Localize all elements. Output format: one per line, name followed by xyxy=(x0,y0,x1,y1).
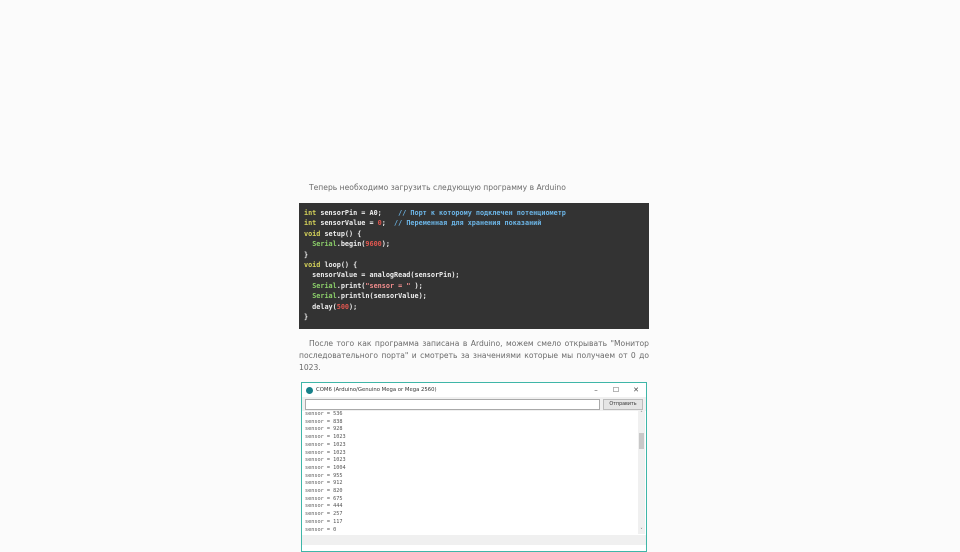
arduino-logo-icon xyxy=(306,386,313,394)
output-line: sensor = 955 xyxy=(305,472,343,479)
code-block: int sensorPin = A0; // Порт к которому п… xyxy=(299,203,649,329)
output-line: sensor = 675 xyxy=(305,495,343,502)
para-line: последовательного порта" и смотреть за з… xyxy=(299,351,649,372)
monitor-footer xyxy=(302,535,646,545)
title-bar: COM6 (Arduino/Genuino Mega or Mega 2560)… xyxy=(302,383,646,397)
send-input[interactable] xyxy=(305,398,600,410)
output-line: sensor = 838 xyxy=(305,418,343,425)
para-line: После того как программа записана в Ardu… xyxy=(309,339,649,348)
close-button[interactable]: ✕ xyxy=(626,386,646,394)
output-line: sensor = 1004 xyxy=(305,464,346,471)
output-line: sensor = 912 xyxy=(305,480,343,487)
output-line: sensor = 820 xyxy=(305,488,343,495)
intro-text: Теперь необходимо загрузить следующую пр… xyxy=(309,183,566,192)
send-button[interactable]: Отправить xyxy=(603,398,643,410)
output-line: sensor = 117 xyxy=(305,518,343,525)
output-line: sensor = 536 xyxy=(305,411,343,417)
output-line: sensor = 257 xyxy=(305,511,343,518)
description-paragraph: После того как программа записана в Ardu… xyxy=(299,338,649,374)
minimize-button[interactable]: – xyxy=(586,386,606,394)
output-line: sensor = 444 xyxy=(305,503,343,510)
output-line: sensor = 0 xyxy=(305,526,337,533)
output-line: sensor = 928 xyxy=(305,426,343,433)
serial-output: sensor = 536 sensor = 838 sensor = 928 sens… xyxy=(303,411,640,534)
scroll-thumb[interactable] xyxy=(639,433,644,449)
window-title: COM6 (Arduino/Genuino Mega or Mega 2560) xyxy=(316,387,437,393)
serial-monitor-window: COM6 (Arduino/Genuino Mega or Mega 2560)… xyxy=(301,382,647,552)
scroll-up-icon[interactable]: ˄ xyxy=(638,411,645,417)
output-line: sensor = 1023 xyxy=(305,434,346,441)
output-line: sensor = 1023 xyxy=(305,441,346,448)
scrollbar[interactable]: ˄ ˅ xyxy=(638,411,645,534)
maximize-button[interactable]: ☐ xyxy=(606,386,626,394)
scroll-down-icon[interactable]: ˅ xyxy=(638,528,645,534)
output-line: sensor = 1023 xyxy=(305,457,346,464)
output-line: sensor = 1023 xyxy=(305,449,346,456)
